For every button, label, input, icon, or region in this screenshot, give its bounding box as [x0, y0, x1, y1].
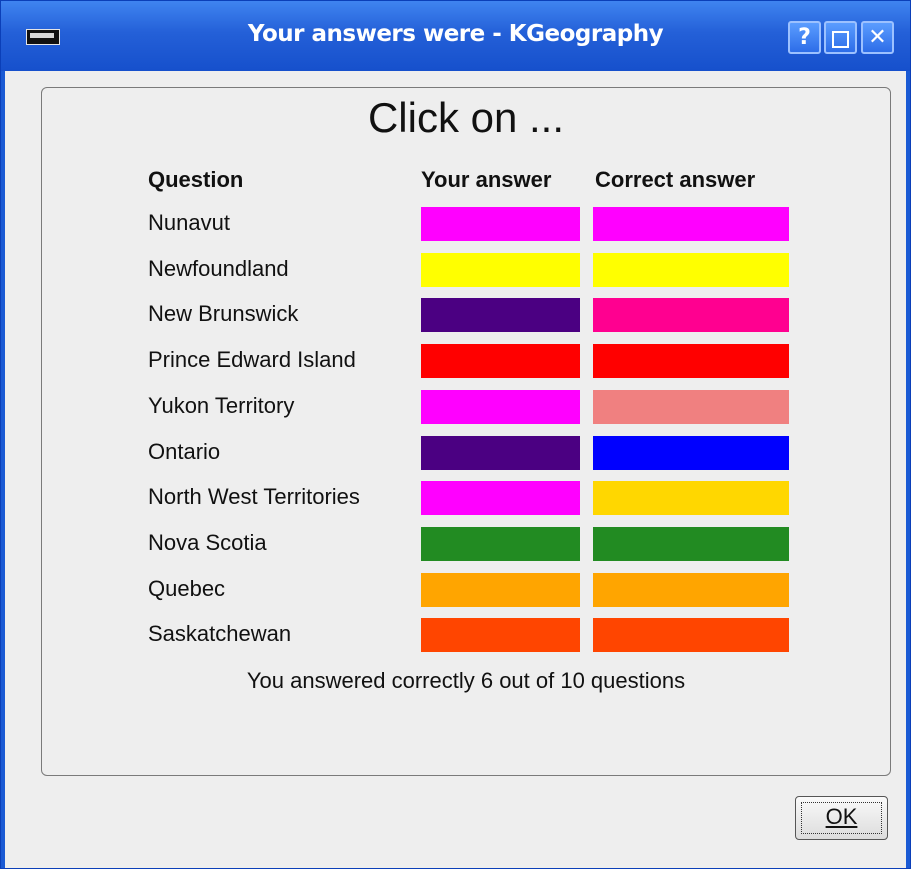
your-answer-swatch — [421, 618, 580, 652]
column-header-your-answer: Your answer — [421, 167, 552, 192]
your-answer-swatch — [421, 481, 580, 515]
your-answer-swatch — [421, 436, 580, 470]
your-answer-swatch — [421, 390, 580, 424]
help-button[interactable]: ? — [788, 21, 821, 54]
question-label: New Brunswick — [148, 301, 299, 326]
correct-answer-swatch — [593, 390, 789, 424]
titlebar[interactable]: Your answers were - KGeography ? ✕ — [1, 1, 910, 71]
question-label: Prince Edward Island — [148, 347, 356, 372]
question-label: Quebec — [148, 576, 226, 601]
your-answer-swatch — [421, 573, 580, 607]
question-label: Nova Scotia — [148, 530, 267, 555]
window-border-right — [906, 71, 910, 868]
correct-answer-swatch — [593, 527, 789, 561]
question-label: Newfoundland — [148, 256, 289, 281]
question-label: Saskatchewan — [148, 621, 292, 646]
correct-answer-swatch — [593, 298, 789, 332]
ok-label: OK — [825, 804, 858, 829]
correct-answer-swatch — [593, 573, 789, 607]
ok-button[interactable]: OK — [795, 796, 888, 840]
your-answer-swatch — [421, 298, 580, 332]
column-header-question: Question — [148, 167, 244, 192]
window-border-left — [1, 71, 5, 868]
correct-answer-swatch — [593, 618, 789, 652]
correct-answer-swatch — [593, 207, 789, 241]
score-summary: You answered correctly 6 out of 10 quest… — [246, 668, 686, 693]
question-label: Nunavut — [148, 210, 230, 235]
column-header-correct-answer: Correct answer — [595, 167, 756, 192]
correct-answer-swatch — [593, 344, 789, 378]
your-answer-swatch — [421, 207, 580, 241]
dialog-heading: Click on ... — [367, 94, 565, 141]
maximize-icon — [832, 31, 849, 48]
correct-answer-swatch — [593, 253, 789, 287]
question-label: Ontario — [148, 439, 221, 464]
question-label: Yukon Territory — [148, 393, 295, 418]
window-title: Your answers were - KGeography — [247, 21, 664, 47]
your-answer-swatch — [421, 344, 580, 378]
close-button[interactable]: ✕ — [861, 21, 894, 54]
question-label: North West Territories — [148, 484, 360, 509]
correct-answer-swatch — [593, 481, 789, 515]
your-answer-swatch — [421, 527, 580, 561]
maximize-button[interactable] — [824, 21, 857, 54]
correct-answer-swatch — [593, 436, 789, 470]
your-answer-swatch — [421, 253, 580, 287]
